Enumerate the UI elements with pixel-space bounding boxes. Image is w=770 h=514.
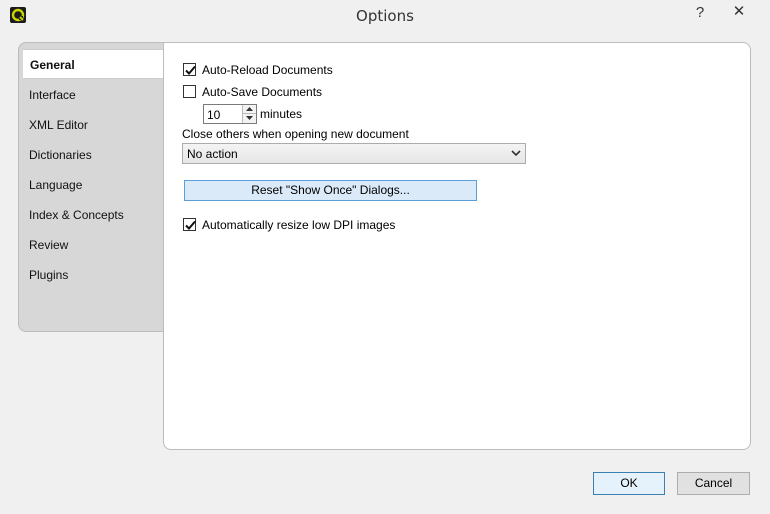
tab-dictionaries[interactable]: Dictionaries (22, 140, 165, 170)
spin-down-button[interactable] (243, 114, 256, 123)
tab-general[interactable]: General (23, 49, 166, 79)
interval-value: 10 (207, 108, 221, 122)
auto-reload-checkbox[interactable] (183, 63, 196, 76)
options-frame: General Interface XML Editor Dictionarie… (18, 42, 751, 450)
reset-show-once-button[interactable]: Reset "Show Once" Dialogs... (184, 180, 477, 201)
auto-save-checkbox[interactable] (183, 85, 196, 98)
tab-language[interactable]: Language (22, 170, 165, 200)
checkmark-icon (185, 220, 196, 230)
help-button[interactable]: ? (688, 2, 712, 24)
ok-button[interactable]: OK (593, 472, 665, 495)
general-panel: Auto-Reload Documents Auto-Save Document… (163, 42, 751, 450)
interval-spinbox[interactable]: 10 (203, 104, 257, 124)
close-button[interactable]: ✕ (715, 1, 763, 23)
auto-save-label: Auto-Save Documents (202, 85, 323, 99)
tab-plugins[interactable]: Plugins (22, 260, 165, 290)
window-title: Options (356, 7, 414, 25)
arrow-down-icon (246, 116, 253, 120)
interval-unit: minutes (260, 107, 303, 121)
close-others-select[interactable]: No action (182, 143, 526, 164)
chevron-down-icon (511, 150, 521, 157)
auto-reload-label: Auto-Reload Documents (202, 63, 333, 77)
tab-review[interactable]: Review (22, 230, 165, 260)
resize-dpi-label: Automatically resize low DPI images (202, 218, 396, 232)
checkmark-icon (185, 65, 196, 75)
spin-up-button[interactable] (243, 105, 256, 114)
arrow-up-icon (246, 107, 253, 111)
cancel-button[interactable]: Cancel (677, 472, 750, 495)
title-bar: Options ? ✕ (0, 0, 770, 32)
spin-buttons (242, 105, 256, 123)
tab-index-concepts[interactable]: Index & Concepts (22, 200, 165, 230)
resize-dpi-checkbox[interactable] (183, 218, 196, 231)
tab-interface[interactable]: Interface (22, 80, 165, 110)
tab-strip: General Interface XML Editor Dictionarie… (18, 42, 166, 332)
tab-xml-editor[interactable]: XML Editor (22, 110, 165, 140)
close-others-label: Close others when opening new document (182, 127, 409, 141)
close-others-value: No action (187, 147, 238, 161)
